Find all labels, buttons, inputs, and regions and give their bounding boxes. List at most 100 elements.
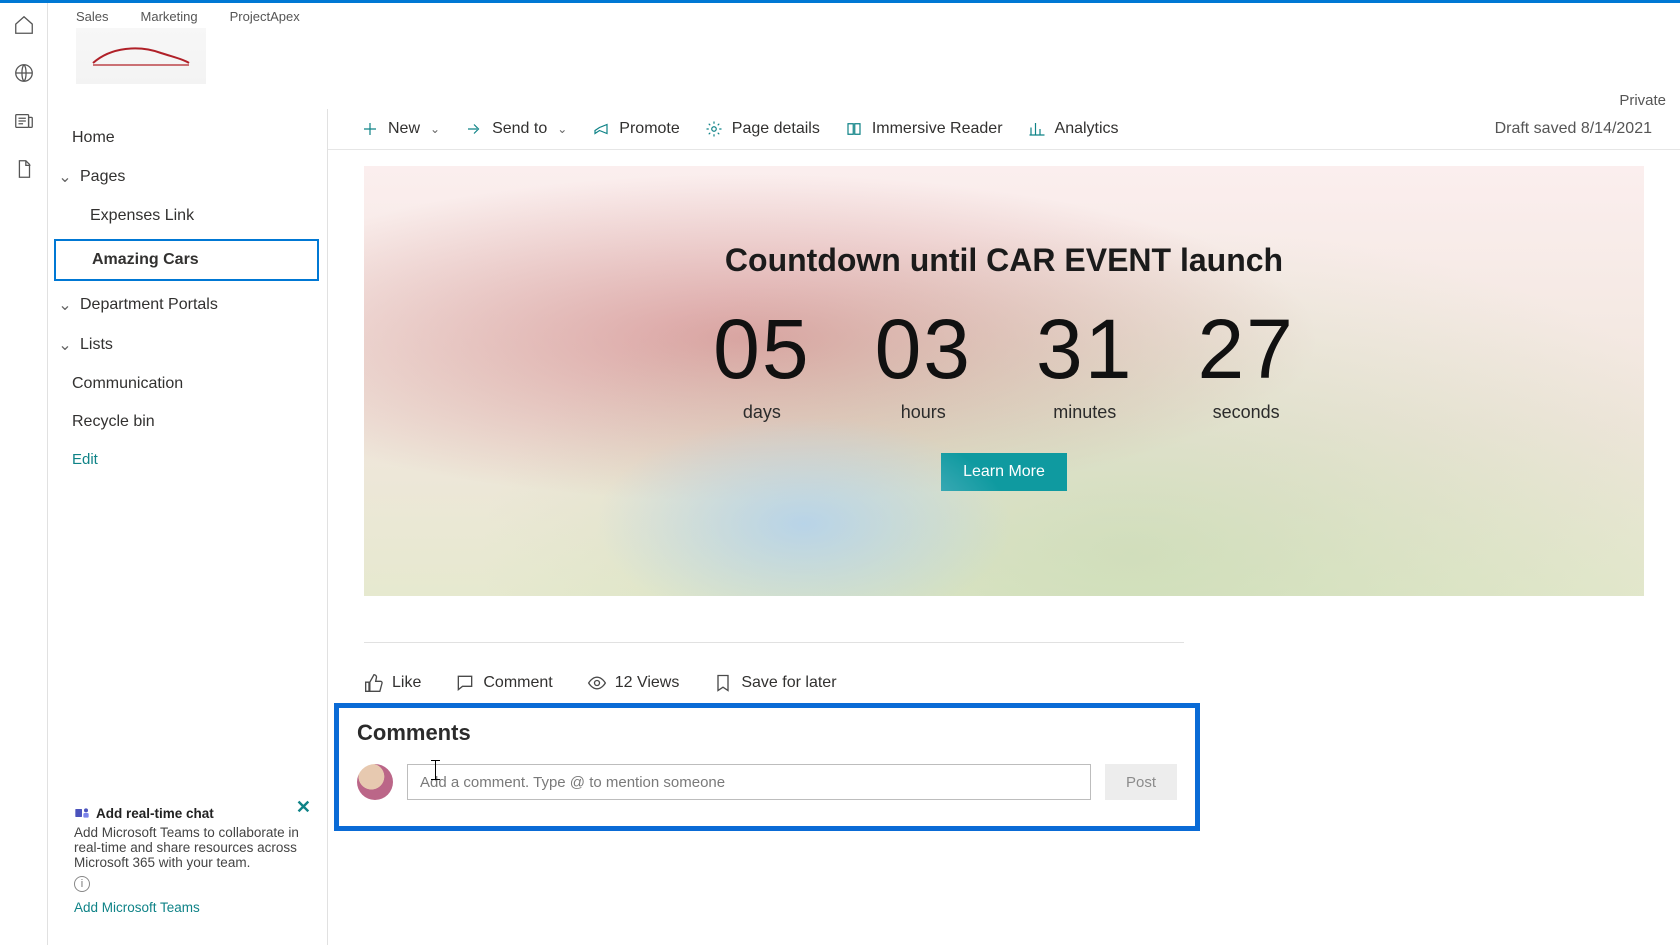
- count-days-value: 05: [713, 301, 810, 398]
- eye-icon: [587, 673, 607, 693]
- count-hours: 03 hours: [875, 301, 972, 423]
- send-to-button[interactable]: Send to ⌄: [464, 119, 567, 139]
- command-bar: New ⌄ Send to ⌄ Promote: [328, 109, 1680, 150]
- promote-label: Promote: [619, 120, 679, 138]
- count-minutes-label: minutes: [1036, 402, 1133, 423]
- promote-button[interactable]: Promote: [591, 119, 679, 139]
- tab-projectapex[interactable]: ProjectApex: [230, 9, 300, 24]
- countdown-hero: Countdown until CAR EVENT launch 05 days…: [364, 166, 1644, 596]
- nav-edit[interactable]: Edit: [48, 441, 327, 478]
- save-for-later-button[interactable]: Save for later: [713, 673, 836, 693]
- comments-title: Comments: [357, 720, 1177, 746]
- nav-expenses-link[interactable]: Expenses Link: [48, 197, 327, 235]
- page-details-button[interactable]: Page details: [704, 119, 820, 139]
- info-icon[interactable]: i: [74, 876, 90, 892]
- analytics-button[interactable]: Analytics: [1027, 119, 1119, 139]
- social-bar: Like Comment 12 Views Save for late: [364, 673, 1644, 693]
- count-minutes-value: 31: [1036, 301, 1133, 398]
- comment-label: Comment: [483, 674, 552, 692]
- site-top-tabs: Sales Marketing ProjectApex: [76, 3, 1680, 26]
- analytics-icon: [1027, 119, 1047, 139]
- reader-label: Immersive Reader: [872, 120, 1003, 138]
- hero-title: Countdown until CAR EVENT launch: [725, 242, 1283, 279]
- tab-sales[interactable]: Sales: [76, 9, 109, 24]
- new-button[interactable]: New ⌄: [360, 119, 440, 139]
- site-logo: [76, 28, 206, 84]
- comments-section: Comments Post: [334, 703, 1200, 831]
- nav-department-portals[interactable]: ⌄ Department Portals: [48, 285, 327, 325]
- content-area: New ⌄ Send to ⌄ Promote: [328, 109, 1680, 945]
- page-scroll[interactable]: Countdown until CAR EVENT launch 05 days…: [328, 150, 1680, 945]
- nav-recycle-bin[interactable]: Recycle bin: [48, 403, 327, 441]
- comment-input-row: Post: [357, 764, 1177, 800]
- draft-saved-label: Draft saved 8/14/2021: [1495, 120, 1652, 138]
- nav-home[interactable]: Home: [48, 119, 327, 157]
- chevron-down-icon: ⌄: [56, 295, 74, 315]
- nav-dept-label: Department Portals: [80, 296, 218, 314]
- app-icon-rail: [0, 3, 48, 945]
- app-shell: Sales Marketing ProjectApex Private Home…: [0, 3, 1680, 945]
- nav-pages-label: Pages: [80, 168, 125, 186]
- save-label: Save for later: [741, 674, 836, 692]
- close-icon[interactable]: ✕: [296, 797, 311, 818]
- avatar: [357, 764, 393, 800]
- promo-add-teams-link[interactable]: Add Microsoft Teams: [74, 900, 301, 915]
- divider: [364, 642, 1184, 643]
- teams-icon: [74, 805, 90, 821]
- count-seconds-value: 27: [1197, 301, 1294, 398]
- count-minutes: 31 minutes: [1036, 301, 1133, 423]
- promo-title: Add real-time chat: [96, 806, 214, 821]
- like-label: Like: [392, 674, 421, 692]
- site-header: Sales Marketing ProjectApex: [48, 3, 1680, 84]
- learn-more-button[interactable]: Learn More: [941, 453, 1067, 491]
- teams-promo-card: ✕ Add real-time chat Add Microsoft Teams…: [58, 791, 317, 927]
- left-nav: Home ⌄ Pages Expenses Link Amazing Cars …: [48, 109, 328, 945]
- views-label: 12 Views: [615, 674, 680, 692]
- count-days-label: days: [713, 402, 810, 423]
- new-label: New: [388, 120, 420, 138]
- send-label: Send to: [492, 120, 547, 138]
- file-icon[interactable]: [10, 155, 38, 183]
- gear-icon: [704, 119, 724, 139]
- news-icon[interactable]: [10, 107, 38, 135]
- countdown-row: 05 days 03 hours 31 minutes: [713, 301, 1295, 423]
- chevron-down-icon: ⌄: [430, 122, 440, 136]
- nav-communication[interactable]: Communication: [48, 365, 327, 403]
- send-icon: [464, 119, 484, 139]
- like-button[interactable]: Like: [364, 673, 421, 693]
- privacy-label: Private: [1619, 92, 1666, 109]
- nav-lists[interactable]: ⌄ Lists: [48, 325, 327, 365]
- text-cursor-icon: [435, 760, 436, 780]
- like-icon: [364, 673, 384, 693]
- count-seconds-label: seconds: [1197, 402, 1294, 423]
- analytics-label: Analytics: [1055, 120, 1119, 138]
- promo-title-row: Add real-time chat: [74, 805, 301, 821]
- plus-icon: [360, 119, 380, 139]
- promo-body: Add Microsoft Teams to collaborate in re…: [74, 825, 301, 870]
- comment-button[interactable]: Comment: [455, 673, 552, 693]
- nav-amazing-cars[interactable]: Amazing Cars: [54, 239, 319, 281]
- promote-icon: [591, 119, 611, 139]
- nav-pages[interactable]: ⌄ Pages: [48, 157, 327, 197]
- details-label: Page details: [732, 120, 820, 138]
- views-count: 12 Views: [587, 673, 680, 693]
- tab-marketing[interactable]: Marketing: [141, 9, 198, 24]
- chevron-down-icon: ⌄: [56, 167, 74, 187]
- hub-row: Home ⌄ Pages Expenses Link Amazing Cars …: [48, 109, 1680, 945]
- nav-lists-label: Lists: [80, 336, 113, 354]
- globe-icon[interactable]: [10, 59, 38, 87]
- main-column: Sales Marketing ProjectApex Private Home…: [48, 3, 1680, 945]
- count-hours-label: hours: [875, 402, 972, 423]
- chevron-down-icon: ⌄: [557, 122, 567, 136]
- chevron-down-icon: ⌄: [56, 335, 74, 355]
- count-hours-value: 03: [875, 301, 972, 398]
- bookmark-icon: [713, 673, 733, 693]
- count-days: 05 days: [713, 301, 810, 423]
- post-button[interactable]: Post: [1105, 764, 1177, 800]
- home-icon[interactable]: [10, 11, 38, 39]
- comment-input[interactable]: [407, 764, 1091, 800]
- immersive-reader-button[interactable]: Immersive Reader: [844, 119, 1003, 139]
- reader-icon: [844, 119, 864, 139]
- comment-icon: [455, 673, 475, 693]
- privacy-row: Private: [48, 84, 1680, 109]
